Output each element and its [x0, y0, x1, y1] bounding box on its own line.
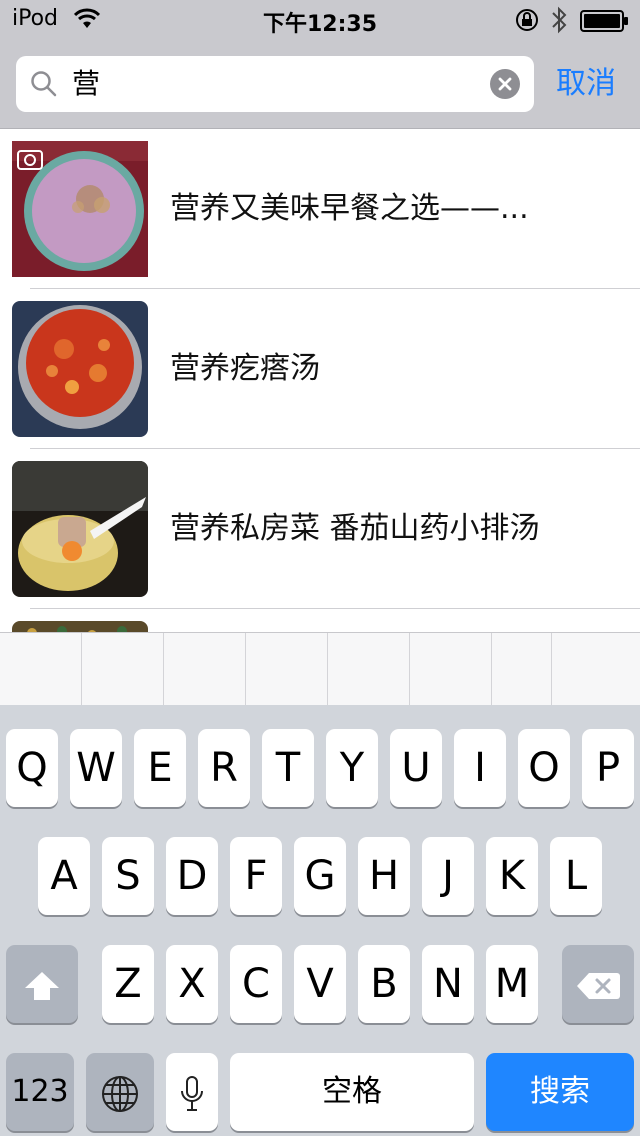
key-y[interactable]: Y: [326, 729, 378, 807]
key-u[interactable]: U: [390, 729, 442, 807]
key-z[interactable]: Z: [102, 945, 154, 1023]
globe-icon: [100, 1069, 140, 1115]
key-o[interactable]: O: [518, 729, 570, 807]
search-icon: [30, 70, 58, 102]
key-f[interactable]: F: [230, 837, 282, 915]
key-c[interactable]: C: [230, 945, 282, 1023]
backspace-key[interactable]: [562, 945, 634, 1023]
search-results-list: 营养又美味早餐之选——... 营养疙瘩汤 营养私房菜 番茄山药小排汤: [0, 129, 640, 633]
recipe-title: 营养又美味早餐之选——...: [170, 191, 529, 226]
key-v[interactable]: V: [294, 945, 346, 1023]
recipe-thumbnail: [12, 461, 148, 597]
key-e[interactable]: E: [134, 729, 186, 807]
clear-text-icon[interactable]: [490, 69, 520, 99]
key-m[interactable]: M: [486, 945, 538, 1023]
candidate-slot[interactable]: [164, 633, 246, 705]
key-r[interactable]: R: [198, 729, 250, 807]
search-input[interactable]: 营: [16, 56, 534, 112]
key-i[interactable]: I: [454, 729, 506, 807]
list-item[interactable]: 营养私房菜 番茄山药小排汤: [0, 449, 640, 609]
key-g[interactable]: G: [294, 837, 346, 915]
key-b[interactable]: B: [358, 945, 410, 1023]
numbers-key[interactable]: 123: [6, 1053, 74, 1131]
battery-icon: [580, 10, 628, 32]
recipe-thumbnail: [12, 301, 148, 437]
list-item[interactable]: 营养疙瘩汤: [0, 289, 640, 449]
key-w[interactable]: W: [70, 729, 122, 807]
key-a[interactable]: A: [38, 837, 90, 915]
candidate-bar: [0, 632, 640, 706]
search-bar: 营 取消: [0, 40, 640, 129]
list-item[interactable]: [0, 609, 640, 633]
dictation-key[interactable]: [166, 1053, 218, 1131]
key-k[interactable]: K: [486, 837, 538, 915]
key-t[interactable]: T: [262, 729, 314, 807]
key-j[interactable]: J: [422, 837, 474, 915]
candidate-slot[interactable]: [328, 633, 410, 705]
clock: 下午12:35: [262, 12, 378, 37]
key-s[interactable]: S: [102, 837, 154, 915]
key-d[interactable]: D: [166, 837, 218, 915]
microphone-icon: [179, 1069, 205, 1115]
rotation-lock-icon: [514, 8, 540, 36]
shift-icon: [22, 961, 62, 1007]
space-key[interactable]: 空格: [230, 1053, 474, 1131]
recipe-title: 营养疙瘩汤: [170, 351, 320, 386]
candidate-slot[interactable]: [410, 633, 492, 705]
list-item[interactable]: 营养又美味早餐之选——...: [0, 129, 640, 289]
candidate-slot[interactable]: [82, 633, 164, 705]
bluetooth-icon: [550, 5, 568, 39]
recipe-thumbnail: [12, 141, 148, 277]
key-l[interactable]: L: [550, 837, 602, 915]
key-h[interactable]: H: [358, 837, 410, 915]
search-key[interactable]: 搜索: [486, 1053, 634, 1131]
search-query: 营: [72, 67, 101, 100]
candidate-slot[interactable]: [492, 633, 552, 705]
cancel-button[interactable]: 取消: [556, 56, 616, 112]
recipe-title: 营养私房菜 番茄山药小排汤: [170, 511, 540, 546]
key-p[interactable]: P: [582, 729, 634, 807]
keyboard: Q W E R T Y U I O P A S D F G H J K L Z …: [0, 705, 640, 1136]
key-x[interactable]: X: [166, 945, 218, 1023]
shift-key[interactable]: [6, 945, 78, 1023]
candidate-slot[interactable]: [246, 633, 328, 705]
status-bar: iPod 下午12:35: [0, 0, 640, 40]
key-n[interactable]: N: [422, 945, 474, 1023]
key-q[interactable]: Q: [6, 729, 58, 807]
backspace-icon: [575, 961, 621, 1007]
candidate-slot[interactable]: [0, 633, 82, 705]
globe-key[interactable]: [86, 1053, 154, 1131]
